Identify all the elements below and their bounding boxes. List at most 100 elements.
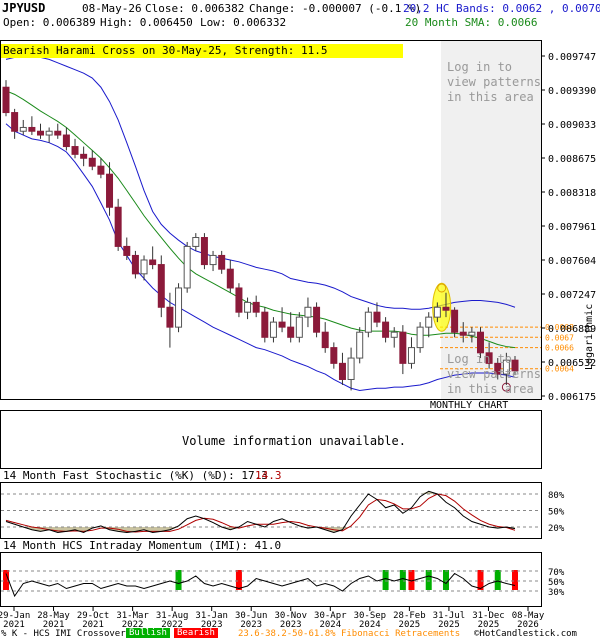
stoch-tick-label: 50% (548, 508, 565, 518)
candle-body (433, 306, 441, 318)
stoch-k-line (5, 490, 516, 534)
stochastic-title: 14 Month Fast Stochastic (%K) (%D): 17.3 (3, 469, 268, 482)
candle-body (140, 259, 148, 275)
candle-body (287, 326, 295, 338)
candle-body (149, 259, 157, 266)
candle-body (451, 309, 459, 333)
candle-body (62, 134, 70, 148)
candle-body (123, 245, 131, 256)
stoch-tick-label: 80% (548, 491, 565, 501)
candle-body (131, 254, 139, 275)
price-tick-label: 0.006175 (548, 392, 596, 403)
footer-legend: % K - HCS IMI Crossover: (1, 629, 132, 639)
bullish-crossover-bar (399, 570, 406, 590)
bullish-crossover-bar (494, 570, 501, 590)
stoch-d-line (5, 493, 516, 533)
candle-body (88, 157, 96, 167)
bullish-crossover-bar (442, 570, 449, 590)
candle-body (166, 306, 174, 328)
candle-body (338, 362, 346, 380)
stochastic-d-value: 14.3 (255, 469, 282, 482)
candle-body (347, 357, 355, 380)
imi-tick-label: 50% (548, 578, 565, 588)
candle-body (114, 206, 122, 247)
candle-body (106, 173, 114, 208)
candle-body (476, 331, 484, 354)
lower-band-line (5, 123, 516, 391)
candle-body (390, 331, 398, 338)
upper-band-line (5, 55, 516, 310)
candle-body (97, 165, 105, 175)
login-prompt-bottom[interactable]: Log in to view patterns in this area (447, 352, 541, 397)
login-line-1b: Log in to (447, 352, 513, 366)
candle-body (468, 331, 476, 336)
candle-body (226, 268, 234, 289)
candle-body (218, 254, 226, 270)
imi-panel-frame (0, 552, 542, 607)
candle-body (183, 245, 191, 289)
price-tick-label: 0.009033 (548, 120, 596, 131)
y-axis-scale-label: Logarithmic (584, 303, 595, 370)
price-tick-label: 0.007604 (548, 256, 596, 267)
bullish-crossover-bar (382, 570, 389, 590)
candle-body (157, 264, 165, 308)
candle-body (2, 86, 10, 114)
candle-body (373, 311, 381, 323)
candle-body (442, 306, 450, 311)
candle-body (269, 321, 277, 338)
fib-label: 0.0066 (545, 344, 574, 353)
candle-body (192, 237, 200, 247)
candle-body (235, 287, 243, 313)
imi-line (5, 572, 516, 598)
bearish-crossover-bar (235, 570, 242, 590)
price-tick-label: 0.009747 (548, 52, 596, 63)
bearish-badge: Bearish (174, 628, 218, 638)
candle-body (356, 331, 364, 359)
bearish-crossover-bar (512, 570, 518, 590)
login-line-2: view patterns (447, 75, 541, 89)
candle-body (200, 237, 208, 266)
login-line-2b: view patterns (447, 367, 541, 381)
login-prompt-top[interactable]: Log in to view patterns in this area (447, 60, 541, 105)
candle-body (71, 146, 79, 155)
candle-body (304, 306, 312, 318)
candle-body (28, 126, 36, 132)
fib-legend: 23.6-38.2-50-61.8% Fibonacci Retracement… (238, 629, 461, 639)
candle-body (45, 130, 53, 136)
candle-body (11, 112, 19, 132)
bullish-badge: Bullish (126, 628, 170, 638)
imi-tick-label: 70% (548, 568, 565, 578)
site-credit[interactable]: ©HotCandlestick.com (474, 629, 577, 639)
price-tick-label: 0.008675 (548, 154, 596, 165)
candle-body (321, 331, 329, 349)
imi-title: 14 Month HCS Intraday Momentum (IMI): 41… (3, 539, 282, 552)
candle-body (175, 287, 183, 328)
price-tick-label: 0.007247 (548, 290, 596, 301)
pattern-banner: Bearish Harami Cross on 30-May-25, Stren… (1, 44, 403, 58)
candle-body (459, 331, 467, 336)
candle-body (399, 331, 407, 364)
monthly-chart-label: MONTHLY CHART (430, 400, 509, 411)
price-tick-label: 0.008318 (548, 188, 596, 199)
candle-body (278, 321, 286, 328)
candle-body (425, 316, 433, 328)
candle-body (407, 347, 415, 364)
login-line-1: Log in to (447, 60, 513, 74)
login-line-3: in this area (447, 90, 534, 104)
price-tick-label: 0.009390 (548, 86, 596, 97)
stoch-tick-label: 20% (548, 524, 565, 534)
bullish-crossover-bar (175, 570, 182, 590)
candle-body (382, 321, 390, 338)
candle-body (54, 130, 62, 136)
candle-body (209, 254, 217, 266)
candle-body (295, 316, 303, 338)
candle-body (261, 311, 269, 338)
candle-body (252, 301, 260, 313)
candle-body (330, 347, 338, 364)
candle-body (244, 301, 252, 313)
price-tick-label: 0.007961 (548, 222, 596, 233)
login-line-3b: in this area (447, 382, 534, 396)
candle-body (19, 126, 27, 132)
candle-body (313, 306, 321, 333)
candle-body (416, 326, 424, 349)
